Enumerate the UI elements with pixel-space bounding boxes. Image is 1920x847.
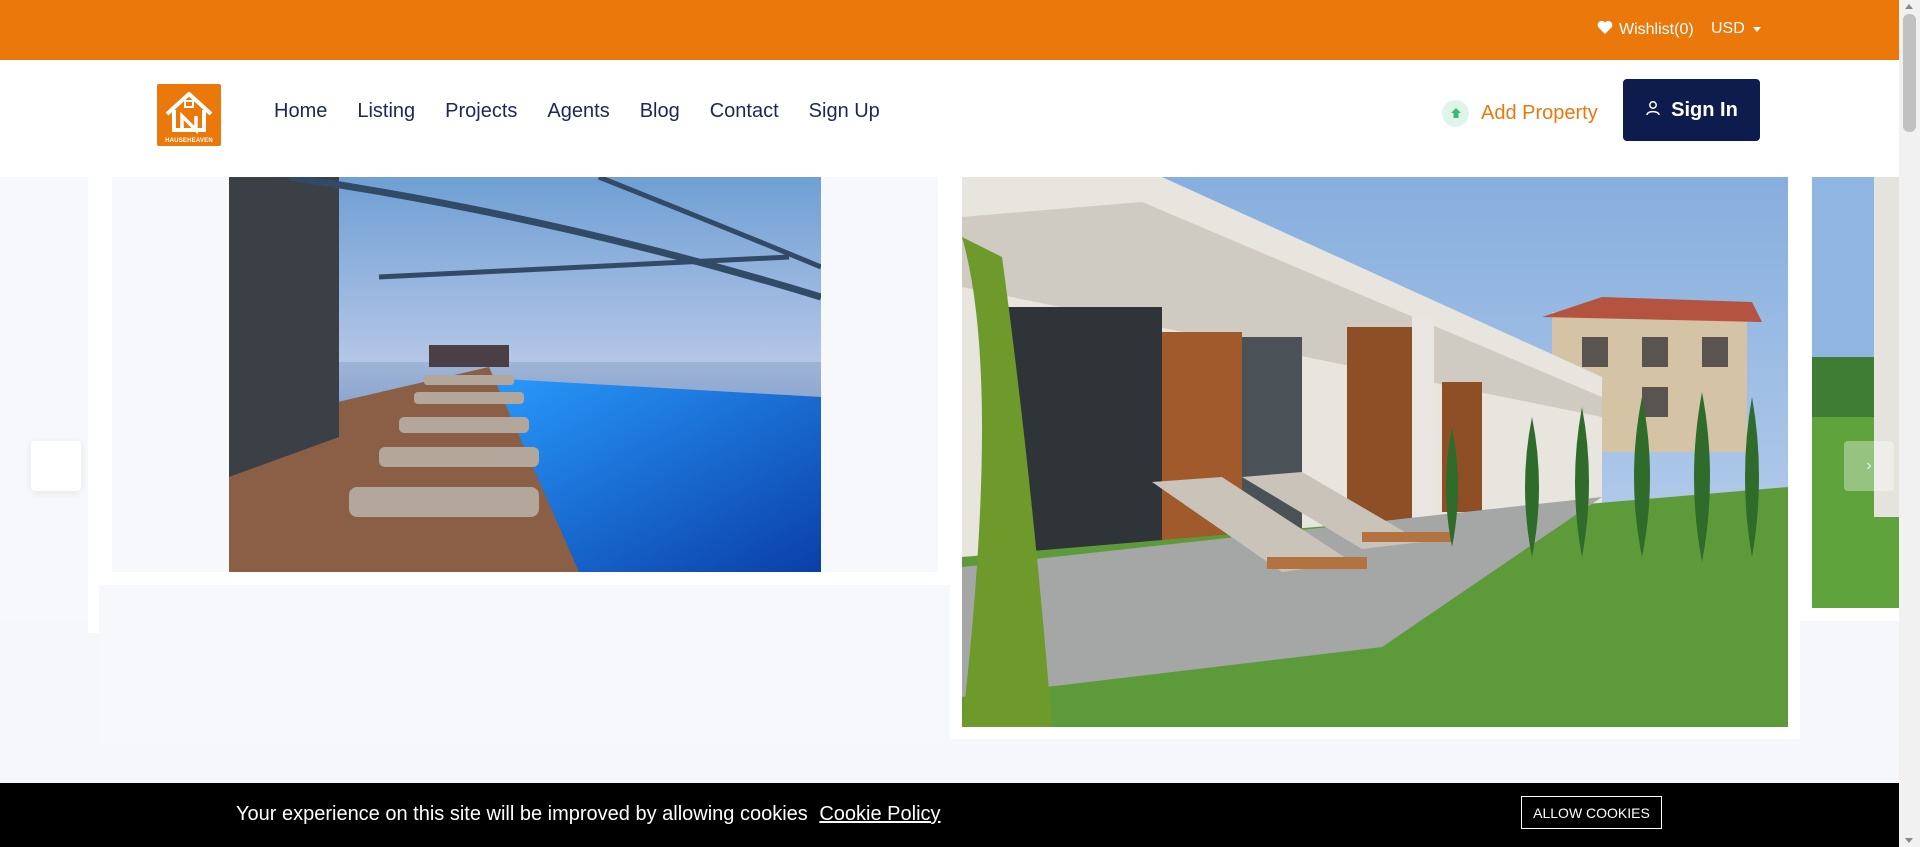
heart-icon [1597, 20, 1613, 39]
site-logo[interactable]: HAUSEHEAVEN [157, 84, 221, 146]
house-logo-icon [165, 92, 213, 135]
allow-cookies-button[interactable]: ALLOW COOKIES [1521, 796, 1662, 829]
slide-image-villa[interactable] [962, 177, 1788, 727]
user-icon [1645, 99, 1661, 122]
cookie-banner: Your experience on this site will be imp… [0, 783, 1899, 847]
page-scrollbar[interactable] [1899, 0, 1920, 847]
scroll-down-icon[interactable] [1905, 838, 1913, 843]
scroll-up-icon[interactable] [1905, 4, 1913, 9]
slide-image-pool[interactable] [229, 177, 821, 572]
nav-contact[interactable]: Contact [710, 100, 779, 123]
nav-home[interactable]: Home [274, 100, 327, 123]
add-property-label: Add Property [1481, 102, 1598, 124]
wishlist-label: Wishlist(0) [1619, 20, 1694, 38]
nav-blog[interactable]: Blog [640, 100, 680, 123]
slide-divider [88, 177, 99, 633]
nav-agents[interactable]: Agents [547, 100, 609, 123]
property-slider: › [0, 177, 1899, 783]
scrollbar-thumb[interactable] [1903, 14, 1916, 132]
slide-card-footer [99, 585, 950, 746]
slide-previous-stub [0, 177, 88, 621]
main-navbar: HAUSEHEAVEN Home Listing Projects Agents… [0, 60, 1899, 177]
logo-text: HAUSEHEAVEN [165, 138, 213, 144]
primary-nav: Home Listing Projects Agents Blog Contac… [274, 100, 880, 123]
wishlist-link[interactable]: Wishlist(0) [1597, 20, 1694, 39]
cookie-policy-link[interactable]: Cookie Policy [819, 803, 940, 825]
chevron-down-icon [1752, 26, 1761, 32]
slider-next-button[interactable]: › [1844, 441, 1894, 491]
cookie-message-text: Your experience on this site will be imp… [236, 803, 808, 825]
nav-listing[interactable]: Listing [357, 100, 415, 123]
nav-projects[interactable]: Projects [445, 100, 517, 123]
add-property-link[interactable]: Add Property [1442, 100, 1598, 127]
add-property-icon [1442, 100, 1469, 127]
currency-dropdown[interactable]: USD [1711, 20, 1761, 38]
cookie-message: Your experience on this site will be imp… [236, 803, 941, 826]
chevron-right-icon: › [1866, 457, 1872, 474]
nav-sign-up[interactable]: Sign Up [809, 100, 880, 123]
sign-in-label: Sign In [1671, 98, 1738, 121]
top-bar: Wishlist(0) USD [0, 0, 1899, 60]
sign-in-button[interactable]: Sign In [1623, 79, 1760, 141]
slider-prev-button[interactable] [31, 441, 81, 491]
slide-image-garden[interactable] [1812, 177, 1899, 608]
currency-label: USD [1711, 20, 1745, 37]
